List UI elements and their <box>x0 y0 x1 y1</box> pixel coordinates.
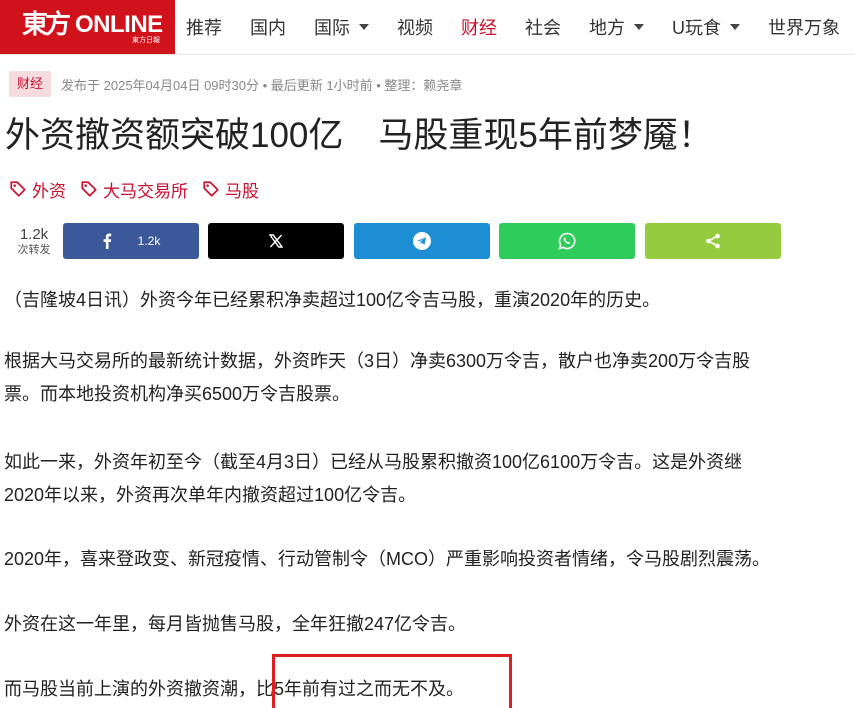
annotation-highlight-box <box>272 654 512 708</box>
generic-share-button[interactable] <box>645 223 781 259</box>
share-icon <box>706 233 720 249</box>
telegram-icon <box>413 232 431 250</box>
paragraph-line: 票。而本地投资机构净买6500万令吉股票。 <box>4 384 351 404</box>
nav-item-label: 世界万象 <box>768 18 840 38</box>
paragraph-line: 外资在这一年里，每月皆抛售马股，全年狂撤247亿令吉。 <box>4 614 467 634</box>
top-navbar: 東方 ONLINE 東方日報 推荐 国内 国际 视频 财经 社会 地方 U玩食 … <box>0 0 855 55</box>
nav-item-video[interactable]: 视频 <box>397 14 433 40</box>
nav-item-label: 推荐 <box>186 18 222 38</box>
paragraph-line: 根据大马交易所的最新统计数据，外资昨天（3日）净卖6300万令吉，散户也净卖20… <box>4 351 751 371</box>
paragraph-line: 2020年以来，外资再次单年内撤资超过100亿令吉。 <box>4 485 417 505</box>
paragraph-line: 2020年，喜来登政变、新冠疫情、行动管制令（MCO）严重影响投资者情绪，令马股… <box>4 549 771 569</box>
article-meta: 财经 发布于 2025年04月04日 09时30分 • 最后更新 1小时前 • … <box>9 71 462 97</box>
nav-item-label: 地方 <box>589 18 625 38</box>
article-paragraph: （吉隆坡4日讯）外资今年已经累积净卖超过100亿令吉马股，重演2020年的历史。 <box>4 284 854 317</box>
facebook-icon <box>103 233 111 249</box>
category-badge[interactable]: 财经 <box>9 71 52 97</box>
main-nav: 推荐 国内 国际 视频 财经 社会 地方 U玩食 世界万象 <box>186 0 855 54</box>
page: 東方 ONLINE 東方日報 推荐 国内 国际 视频 财经 社会 地方 U玩食 … <box>0 0 855 708</box>
logo-en-text: ONLINE <box>75 11 163 38</box>
tag-label: 大马交易所 <box>103 181 188 201</box>
share-counter: 1.2k 次转发 <box>12 226 56 256</box>
x-share-button[interactable] <box>208 223 344 259</box>
tag-item[interactable]: 外资 <box>9 177 66 202</box>
chevron-down-icon <box>730 24 740 30</box>
nav-item-society[interactable]: 社会 <box>525 14 561 40</box>
nav-item-domestic[interactable]: 国内 <box>250 14 286 40</box>
share-count-value: 1.2k <box>19 226 49 243</box>
nav-item-local[interactable]: 地方 <box>589 14 644 40</box>
chevron-down-icon <box>359 24 369 30</box>
whatsapp-icon <box>558 232 576 250</box>
tag-item[interactable]: 马股 <box>202 177 259 202</box>
article-paragraph: 如此一来，外资年初至今（截至4月3日）已经从马股累积撤资100亿6100万令吉。… <box>4 446 854 512</box>
publish-info: 发布于 2025年04月04日 09时30分 • 最后更新 1小时前 • 整理：… <box>61 77 463 93</box>
paragraph-line: 如此一来，外资年初至今（截至4月3日）已经从马股累积撤资100亿6100万令吉。… <box>4 452 743 472</box>
facebook-share-count: 1.2k <box>137 234 161 248</box>
nav-item-international[interactable]: 国际 <box>314 14 369 40</box>
whatsapp-share-button[interactable] <box>499 223 635 259</box>
site-logo[interactable]: 東方 ONLINE 東方日報 <box>0 0 175 54</box>
article-title: 外资撤资额突破100亿 马股重现5年前梦魇！ <box>5 116 713 155</box>
nav-item-label: 国内 <box>250 18 286 38</box>
chevron-down-icon <box>634 24 644 30</box>
tag-icon <box>81 181 97 197</box>
share-count-label: 次转发 <box>17 244 51 256</box>
paragraph-line: （吉隆坡4日讯）外资今年已经累积净卖超过100亿令吉马股，重演2020年的历史。 <box>4 290 661 310</box>
telegram-share-button[interactable] <box>354 223 490 259</box>
nav-item-world[interactable]: 世界万象 <box>768 14 840 40</box>
x-icon <box>269 234 283 248</box>
tag-item[interactable]: 大马交易所 <box>80 177 188 202</box>
tag-label: 外资 <box>32 181 66 201</box>
nav-item-label: 社会 <box>525 18 561 38</box>
nav-item-label: 财经 <box>461 18 497 38</box>
article-paragraph: 外资在这一年里，每月皆抛售马股，全年狂撤247亿令吉。 <box>4 608 854 641</box>
nav-item-finance[interactable]: 财经 <box>461 14 497 40</box>
nav-item-label: 视频 <box>397 18 433 38</box>
nav-item-recommend[interactable]: 推荐 <box>186 14 222 40</box>
nav-item-u-food[interactable]: U玩食 <box>672 14 740 40</box>
nav-item-label: U玩食 <box>672 18 721 38</box>
article-paragraph: 根据大马交易所的最新统计数据，外资昨天（3日）净卖6300万令吉，散户也净卖20… <box>4 345 854 411</box>
nav-item-label: 国际 <box>314 18 350 38</box>
tag-label: 马股 <box>225 181 259 201</box>
article-paragraph: 2020年，喜来登政变、新冠疫情、行动管制令（MCO）严重影响投资者情绪，令马股… <box>4 543 854 576</box>
logo-sub-text: 東方日報 <box>132 36 160 44</box>
logo-cn-text: 東方 <box>22 10 71 40</box>
tag-list: 外资 大马交易所 马股 <box>9 176 273 202</box>
facebook-share-button[interactable]: 1.2k <box>63 223 199 259</box>
tag-icon <box>203 181 219 197</box>
tag-icon <box>10 181 26 197</box>
